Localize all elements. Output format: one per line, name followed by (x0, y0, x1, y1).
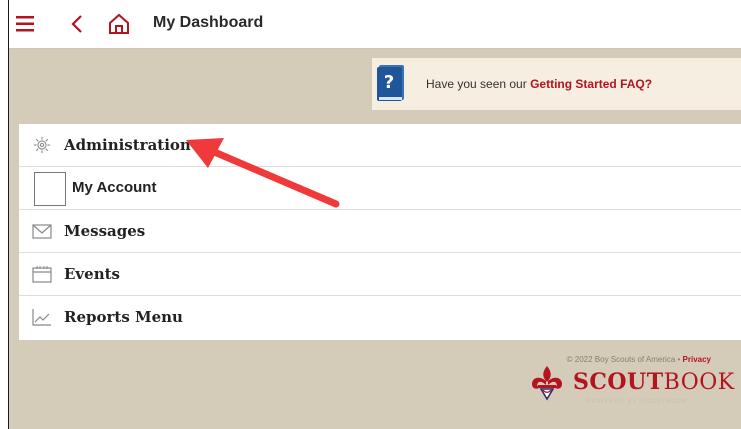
top-nav-bar: My Dashboard (9, 0, 741, 49)
calendar-icon (32, 266, 52, 283)
menu-item-my-account[interactable]: My Account (19, 167, 741, 210)
menu-item-reports-menu[interactable]: Reports Menu (19, 296, 741, 340)
getting-started-faq-link[interactable]: Getting Started FAQ? (530, 77, 652, 91)
question-book-icon: ? (377, 65, 404, 101)
envelope-icon (32, 224, 52, 239)
chart-line-icon (32, 309, 51, 326)
page-title: My Dashboard (153, 14, 264, 31)
avatar (34, 172, 66, 206)
menu-item-administration[interactable]: Administration (19, 124, 741, 167)
svg-text:?: ? (384, 72, 394, 93)
gear-icon (33, 136, 51, 154)
menu-item-events[interactable]: Events (19, 253, 741, 296)
scoutbook-logo[interactable]: SCOUTBOOK POWERED BY SCOUTBOOK (527, 363, 734, 405)
menu-item-messages[interactable]: Messages (19, 210, 741, 253)
home-icon[interactable] (106, 11, 132, 37)
app-frame: My Dashboard ? Have you seen our Getting… (8, 0, 741, 429)
brand-light: BOOK (663, 370, 735, 395)
brand-bold: SCOUT (573, 369, 664, 395)
brand-wordmark: SCOUTBOOK (573, 369, 735, 395)
fleur-de-lis-emblem-icon (532, 366, 562, 401)
dashboard-menu: Administration My Account Messages Event… (19, 124, 741, 340)
faq-text: Have you seen our Getting Started FAQ? (426, 77, 652, 91)
menu-item-label: My Account (72, 179, 157, 196)
brand-tagline: POWERED BY SCOUTBOOK (587, 399, 688, 405)
faq-prompt: Have you seen our (426, 77, 527, 91)
menu-item-label: Events (64, 265, 120, 283)
menu-item-label: Administration (64, 136, 191, 154)
menu-item-label: Messages (64, 222, 146, 240)
faq-banner: ? Have you seen our Getting Started FAQ? (372, 58, 741, 110)
chevron-left-icon[interactable] (65, 11, 91, 37)
menu-item-label: Reports Menu (64, 308, 183, 326)
hamburger-menu-icon[interactable] (13, 11, 39, 37)
